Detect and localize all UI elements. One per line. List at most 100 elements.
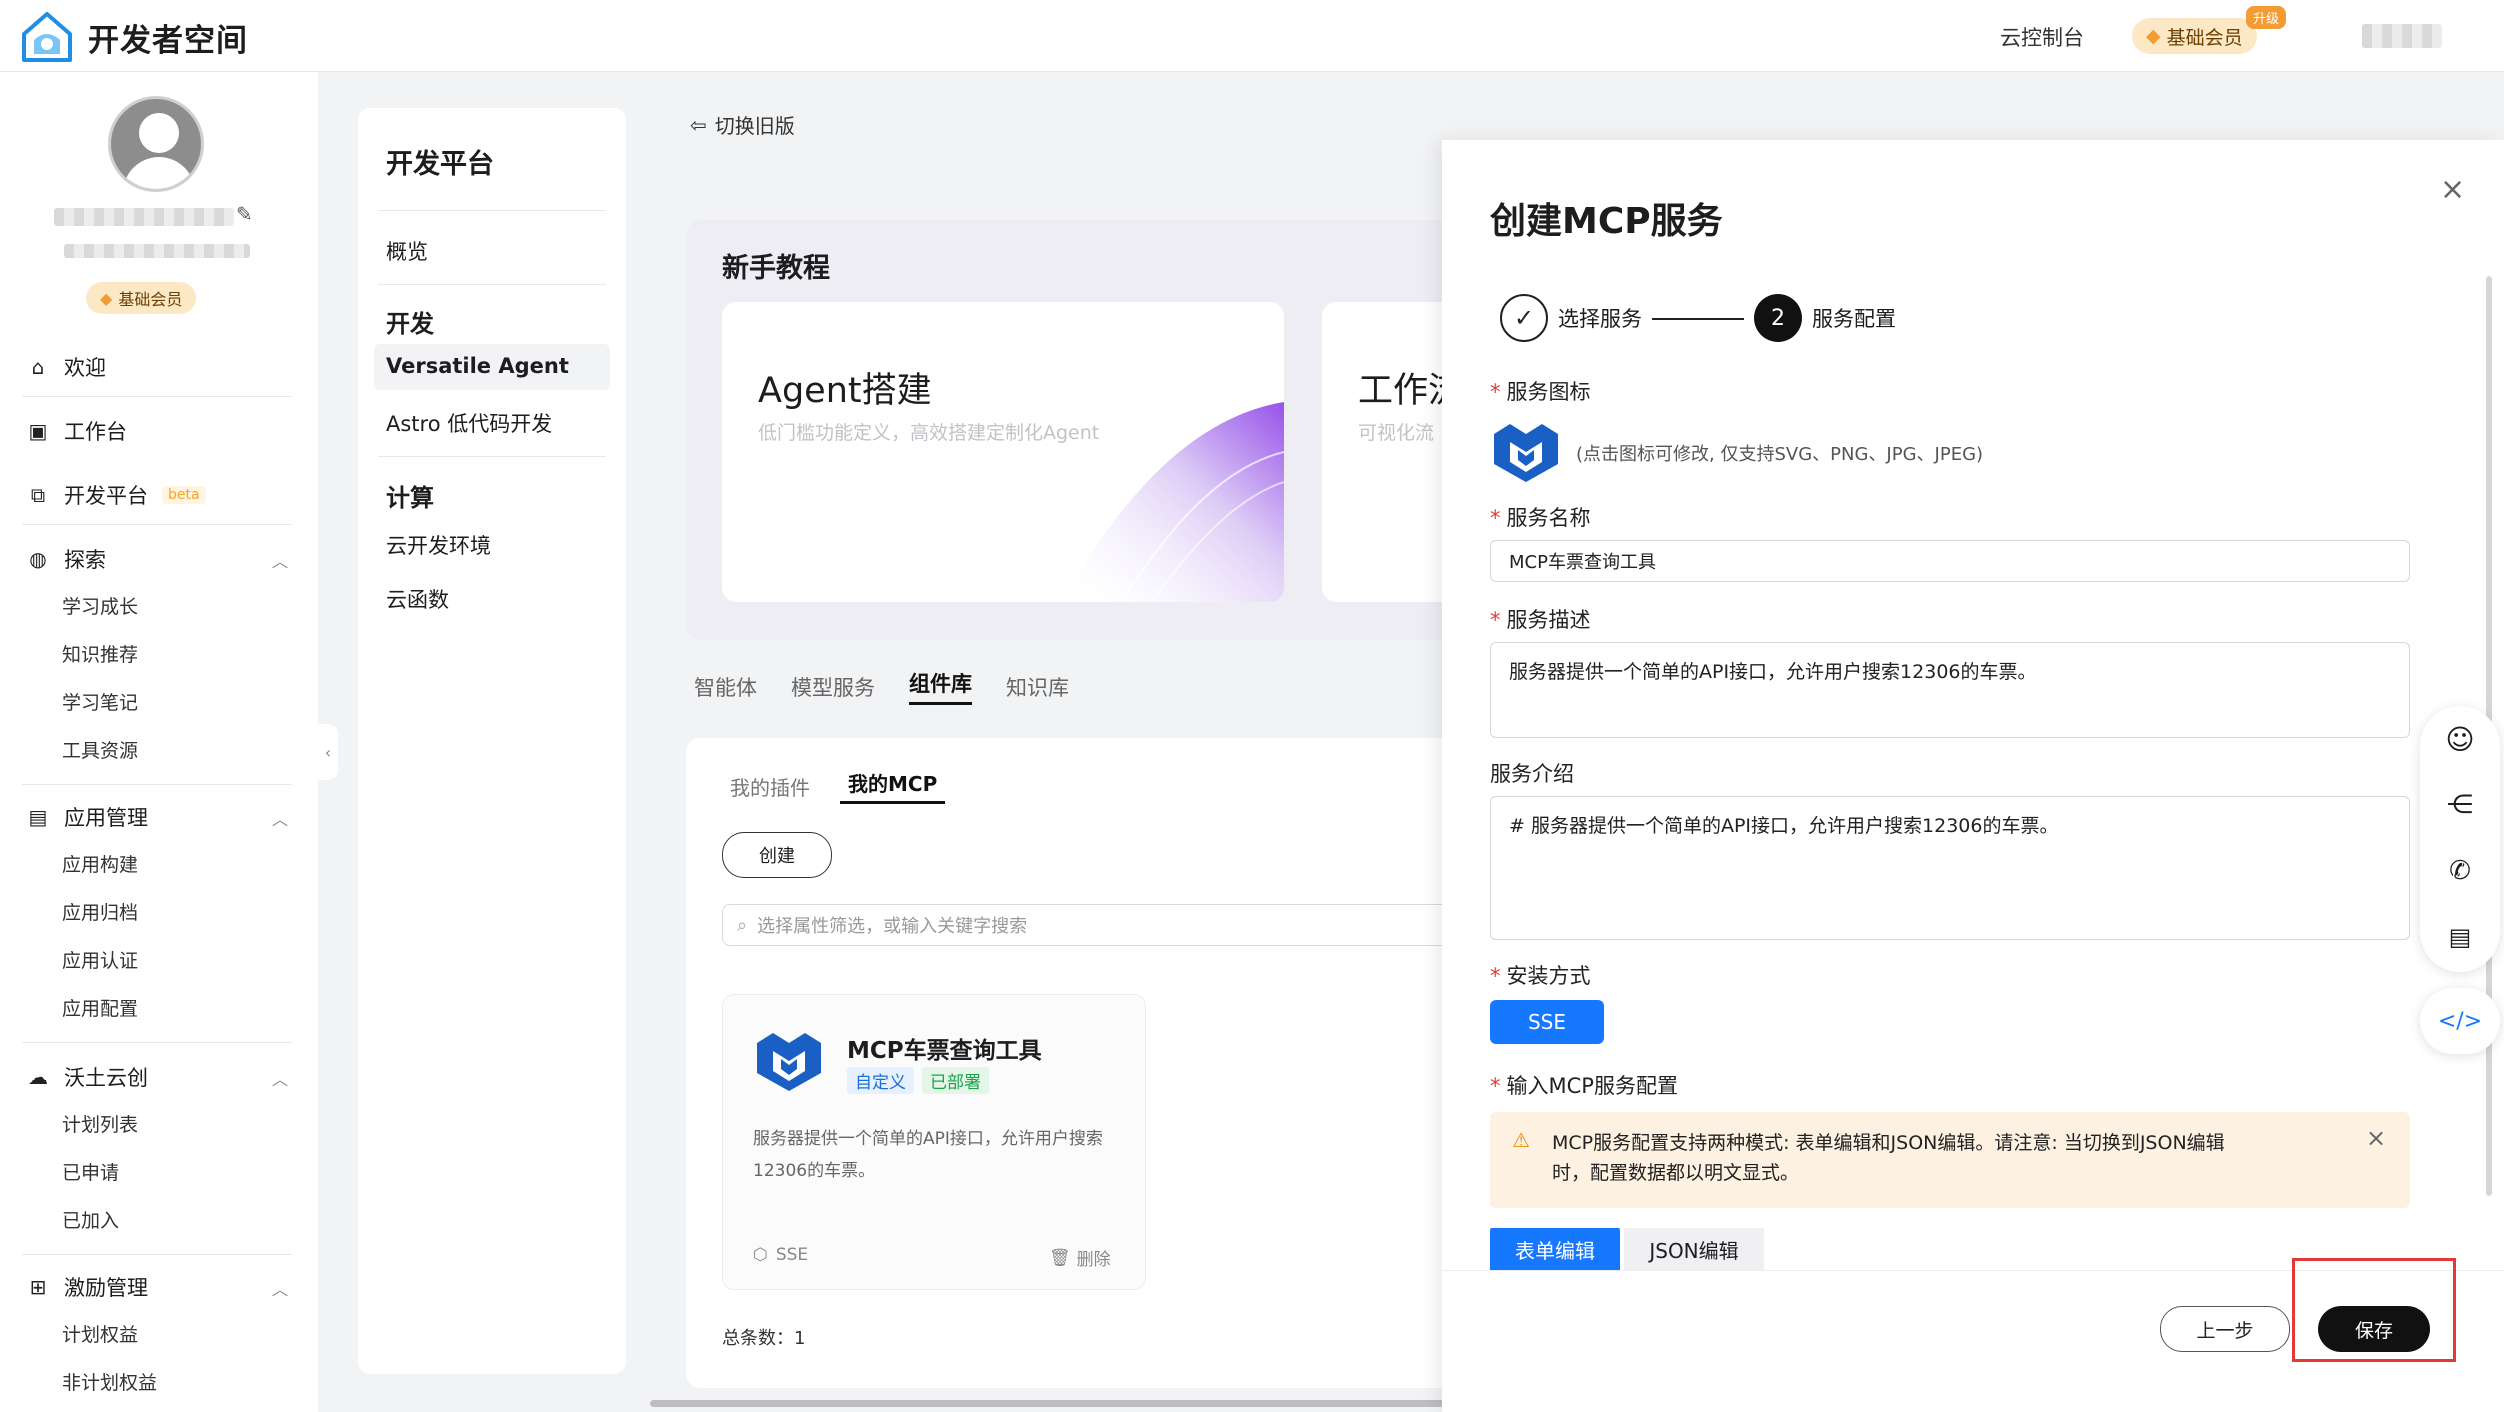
sidebar-collapse-handle[interactable]: ‹ (318, 724, 338, 780)
sidebar-item-devplatform[interactable]: ⧉ 开发平台 beta (26, 480, 206, 510)
profile-member-badge[interactable]: ◆ 基础会员 (86, 282, 197, 314)
chevron-up-icon[interactable]: ︿ (272, 1066, 288, 1090)
sidebar-subitem[interactable]: 学习成长 (62, 592, 138, 619)
mcp-service-card[interactable]: MCP车票查询工具 自定义 已部署 服务器提供一个简单的API接口，允许用户搜索… (722, 994, 1146, 1290)
sidebar-subitem[interactable]: 计划权益 (62, 1320, 138, 1347)
prev-step-button[interactable]: 上一步 (2160, 1306, 2290, 1352)
sidebar-subitem[interactable]: 已加入 (62, 1206, 119, 1233)
name-field-label: * 服务名称 (1490, 506, 1591, 530)
component-list-panel: 我的插件 我的MCP 创建 ⌕ 选择属性筛选，或输入关键字搜索 MCP车票查询工… (686, 738, 1582, 1388)
sidebar-item-label: 激励管理 (64, 1276, 148, 1300)
avatar[interactable] (108, 96, 204, 192)
card-desc: 可视化流 (1358, 422, 1435, 444)
edit-mode-tabs: 表单编辑 JSON编辑 (1490, 1228, 1764, 1270)
sidebar-subitem[interactable]: 非计划权益 (62, 1368, 157, 1395)
top-bar: 开发者空间 云控制台 ◆ 基础会员 升级 (0, 0, 2504, 72)
save-button[interactable]: 保存 (2318, 1306, 2430, 1352)
sidebar-item-explore[interactable]: ◍ 探索 (26, 544, 106, 574)
sub-tabs: 我的插件 我的MCP (730, 768, 946, 804)
delete-label: 删除 (1076, 1250, 1111, 1270)
create-button[interactable]: 创建 (722, 832, 832, 878)
sidebar-subitem[interactable]: 计划列表 (62, 1110, 138, 1137)
userid-redacted (64, 244, 250, 258)
feedback-smile-icon[interactable]: ☺ (2420, 706, 2500, 772)
menu-item-cloud-function[interactable]: 云函数 (386, 584, 449, 614)
member-badge[interactable]: ◆ 基础会员 (2132, 18, 2257, 54)
sidebar-item-label: 探索 (64, 548, 106, 572)
sidebar-item-workbench[interactable]: ▣ 工作台 (26, 416, 127, 446)
section-compute: 计算 (386, 484, 434, 512)
menu-item-overview[interactable]: 概览 (386, 236, 428, 266)
tab-model-service[interactable]: 模型服务 (791, 672, 875, 702)
mcp-service-icon (757, 1033, 821, 1091)
chevron-up-icon[interactable]: ︿ (272, 806, 288, 830)
user-name-redacted[interactable] (2362, 24, 2442, 48)
sidebar-item-appmgmt[interactable]: ▤ 应用管理 (26, 802, 148, 832)
install-sse-button[interactable]: SSE (1490, 1000, 1604, 1044)
service-icon-picker[interactable] (1490, 420, 1562, 484)
sidebar-subitem[interactable]: 学习笔记 (62, 688, 138, 715)
switch-old-label: 切换旧版 (714, 114, 795, 138)
tab-knowledge[interactable]: 知识库 (1006, 672, 1069, 702)
sidebar-subitem[interactable]: 应用配置 (62, 994, 138, 1021)
service-protocol: ⬡ SSE (753, 1245, 808, 1265)
cloud-icon: ☁ (28, 1065, 48, 1089)
console-link[interactable]: 云控制台 (2000, 22, 2084, 52)
intro-field-label: 服务介绍 (1490, 762, 1574, 786)
protocol-icon: ⬡ (753, 1245, 768, 1265)
switch-old-version[interactable]: ⇦ 切换旧版 (690, 110, 795, 139)
notes-icon[interactable]: ▤ (2420, 904, 2500, 970)
close-icon[interactable]: × (2440, 172, 2465, 207)
menu-item-cloud-env[interactable]: 云开发环境 (386, 530, 491, 560)
card-decoration-graphic (1062, 402, 1284, 602)
check-icon: ✓ (1500, 294, 1548, 342)
tutorial-card-agent[interactable]: Agent搭建 低门槛功能定义，高效搭建定制化Agent (722, 302, 1284, 602)
service-intro-textarea[interactable]: # 服务器提供一个简单的API接口，允许用户搜索12306的车票。 (1490, 796, 2410, 940)
sidebar-item-welcome[interactable]: ⌂ 欢迎 (26, 352, 106, 382)
diamond-icon: ◆ (100, 288, 113, 308)
tutorial-title: 新手教程 (722, 253, 830, 284)
brand[interactable]: 开发者空间 (20, 10, 248, 64)
sidebar-item-incentive[interactable]: ⊞ 激励管理 (26, 1272, 148, 1302)
menu-item-versatile-agent[interactable]: Versatile Agent (374, 344, 610, 390)
edit-icon[interactable]: ✎ (236, 202, 253, 226)
tag-deployed: 已部署 (922, 1067, 989, 1094)
upgrade-badge[interactable]: 升级 (2246, 6, 2287, 29)
sidebar-subitem[interactable]: 应用认证 (62, 946, 138, 973)
sidebar-item-wotu[interactable]: ☁ 沃土云创 (26, 1062, 148, 1092)
phone-icon[interactable]: ✆ (2420, 838, 2500, 904)
switch-icon: ⇦ (690, 112, 707, 137)
tab-my-mcp[interactable]: 我的MCP (840, 768, 946, 804)
chevron-up-icon[interactable]: ︿ (272, 548, 288, 572)
install-field-label: * 安装方式 (1490, 964, 1591, 988)
cloud-code-icon[interactable]: </> (2420, 988, 2500, 1054)
menu-item-label: Versatile Agent (386, 354, 569, 378)
service-name-input[interactable]: MCP车票查询工具 (1490, 540, 2410, 582)
menu-item-astro[interactable]: Astro 低代码开发 (386, 408, 552, 438)
tab-agents[interactable]: 智能体 (694, 672, 757, 702)
step-label: 服务配置 (1812, 307, 1896, 331)
username-redacted (54, 208, 234, 226)
code-window-icon: ⧉ (30, 483, 46, 507)
sidebar-subitem[interactable]: 已申请 (62, 1158, 119, 1185)
app-title: 开发者空间 (88, 22, 248, 59)
search-icon: ⌕ (737, 914, 748, 936)
delete-button[interactable]: 🗑 删除 (1049, 1245, 1111, 1271)
chevron-up-icon[interactable]: ︿ (272, 1276, 288, 1300)
sidebar-subitem[interactable]: 知识推荐 (62, 640, 138, 667)
step-number: 2 (1754, 294, 1802, 342)
share-icon[interactable]: ⋲ (2420, 772, 2500, 838)
service-desc-textarea[interactable]: 服务器提供一个简单的API接口，允许用户搜索12306的车票。 (1490, 642, 2410, 738)
sidebar-subitem[interactable]: 应用归档 (62, 898, 138, 925)
sidebar-subitem[interactable]: 应用构建 (62, 850, 138, 877)
desc-field-label: * 服务描述 (1490, 608, 1591, 632)
step-2: 2 服务配置 (1754, 294, 1896, 342)
tab-my-plugins[interactable]: 我的插件 (730, 772, 810, 801)
tab-json-edit[interactable]: JSON编辑 (1624, 1228, 1764, 1270)
sidebar-item-label: 欢迎 (64, 356, 106, 380)
sidebar-subitem[interactable]: 工具资源 (62, 736, 138, 763)
alert-close-icon[interactable]: × (2366, 1124, 2386, 1152)
tab-form-edit[interactable]: 表单编辑 (1490, 1228, 1620, 1270)
tab-components[interactable]: 组件库 (909, 668, 972, 705)
profile-member-label: 基础会员 (118, 290, 183, 309)
